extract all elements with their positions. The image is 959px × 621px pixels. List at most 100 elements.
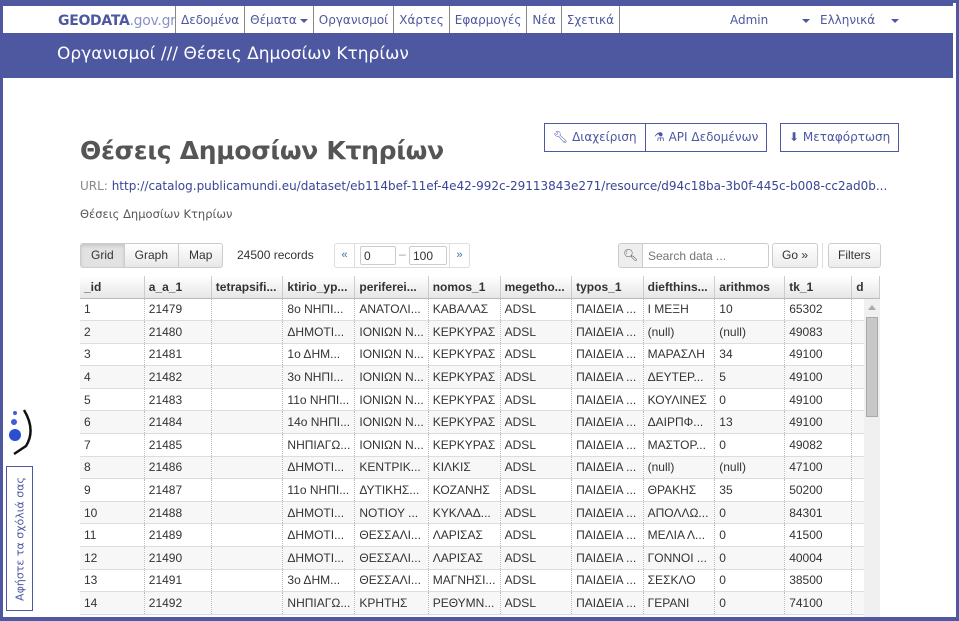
- search-input[interactable]: [643, 243, 769, 268]
- column-header[interactable]: megetho...: [500, 276, 573, 299]
- table-cell: 38500: [784, 569, 853, 593]
- scroll-up-arrow-icon[interactable]: [868, 305, 876, 310]
- table-row[interactable]: 10 21488 ΔΗΜΟΤΙ... ΝΟΤΙΟΥ ... ΚΥΚΛΑΔ... ADSL Π…: [80, 501, 880, 525]
- column-header[interactable]: tk_1: [784, 276, 853, 299]
- table-row[interactable]: 4 21482 3ο ΝΗΠΙ... ΙΟΝΙΩΝ Ν... ΚΕΡΚΥΡΑΣ ADSL Π…: [80, 365, 880, 389]
- nav-link-about[interactable]: Σχετικά: [560, 6, 621, 36]
- table-row[interactable]: 7 21485 ΝΗΠΙΑΓΩ... ΙΟΝΙΩΝ Ν... ΚΕΡΚΥΡΑΣ ADSL Π…: [80, 433, 880, 457]
- table-cell: [211, 410, 284, 435]
- breadcrumb-parent[interactable]: Οργανισμοί: [57, 44, 155, 64]
- table-cell: 3ο ΔΗΜ...: [282, 569, 356, 593]
- table-cell: ΠΑΙΔΕΙΑ ...: [571, 501, 644, 525]
- table-cell: ADSL: [500, 546, 573, 570]
- table-row[interactable]: 13 21491 3ο ΔΗΜ... ΘΕΣΣΑΛΙ... ΜΑΓΝΗΣΙ... ADSL…: [80, 569, 880, 593]
- pager-to-input[interactable]: [409, 246, 447, 265]
- user-menu[interactable]: Admin: [730, 6, 811, 36]
- table-row[interactable]: 8 21486 ΔΗΜΟΤΙ... ΚΕΝΤΡΙΚ... ΚΙΛΚΙΣ ADSL ΠΑΙΔΕ…: [80, 456, 880, 480]
- view-switcher: Grid Graph Map: [80, 243, 224, 268]
- breadcrumb-current[interactable]: Θέσεις Δημοσίων Κτηρίων: [183, 44, 408, 64]
- feedback-label: Αφήστε τα σχόλιά σας: [13, 476, 26, 601]
- table-cell: 21481: [144, 343, 212, 367]
- column-header[interactable]: _id: [80, 276, 145, 299]
- table-cell: [211, 388, 284, 412]
- column-header[interactable]: a_a_1: [144, 276, 212, 299]
- pager-dash: –: [399, 247, 406, 261]
- grid-vertical-scrollbar[interactable]: [864, 299, 880, 621]
- pager-from-input[interactable]: [360, 246, 396, 265]
- download-button[interactable]: ⬇ Μεταφόρτωση: [780, 123, 900, 152]
- scrollbar-thumb[interactable]: [866, 317, 878, 417]
- column-header[interactable]: diefthins...: [643, 276, 716, 299]
- column-header[interactable]: nomos_1: [428, 276, 501, 299]
- table-cell: [211, 343, 284, 367]
- table-row[interactable]: 3 21481 1ο ΔΗΜ... ΙΟΝΙΩΝ Ν... ΚΕΡΚΥΡΑΣ ADSL ΠΑ…: [80, 343, 880, 367]
- table-cell: ΜΑΣΤΟΡ...: [643, 433, 716, 457]
- view-graph-button[interactable]: Graph: [123, 243, 180, 268]
- pager-prev-button[interactable]: «: [335, 244, 355, 267]
- feedback-button[interactable]: Αφήστε τα σχόλιά σας: [6, 466, 33, 611]
- table-cell: 21490: [144, 546, 212, 570]
- table-cell: 14ο ΝΗΠΙ...: [282, 410, 356, 435]
- table-cell: [211, 569, 284, 593]
- table-cell: 0: [714, 523, 786, 548]
- view-grid-button[interactable]: Grid: [80, 243, 125, 268]
- table-cell: 21480: [144, 320, 212, 344]
- main-menu: Δεδομένα Θέματα Οργανισμοί Χάρτες Εφαρμο…: [175, 6, 621, 36]
- table-cell: ADSL: [500, 298, 573, 322]
- chevron-down-icon: [299, 18, 308, 23]
- table-row[interactable]: 12 21490 ΔΗΜΟΤΙ... ΘΕΣΣΑΛΙ... ΛΑΡΙΣΑΣ ADSL ΠΑΙ…: [80, 546, 880, 570]
- table-cell: 49083: [784, 320, 853, 344]
- table-cell: [211, 478, 284, 502]
- bottom-border: [0, 617, 959, 621]
- column-header[interactable]: tetrapsifi...: [211, 276, 284, 299]
- view-map-button[interactable]: Map: [178, 243, 224, 268]
- page-title: Θέσεις Δημοσίων Κτηρίων: [80, 136, 444, 165]
- nav-link-apps[interactable]: Εφαρμογές: [448, 6, 527, 36]
- data-api-button[interactable]: ⚗ API Δεδομένων: [645, 123, 768, 152]
- nav-link-news[interactable]: Νέα: [526, 6, 560, 36]
- language-menu[interactable]: Ελληνικά: [820, 6, 899, 36]
- site-logo[interactable]: GEODATA.gov.gr: [58, 13, 176, 29]
- table-cell: ADSL: [500, 433, 573, 457]
- pager-next-button[interactable]: »: [449, 244, 469, 267]
- download-label: Μεταφόρτωση: [802, 130, 891, 144]
- table-cell: ΔΗΜΟΤΙ...: [282, 456, 356, 480]
- table-row[interactable]: 14 21492 ΝΗΠΙΑΓΩ... ΚΡΗΤΗΣ ΡΕΘΥΜΝ... ADSL ΠΑΙΔ…: [80, 591, 880, 615]
- table-cell: ADSL: [500, 410, 573, 435]
- table-cell: 49100: [784, 365, 853, 389]
- table-row[interactable]: 6 21484 14ο ΝΗΠΙ... ΙΟΝΙΩΝ Ν... ΚΕΡΚΥΡΑΣ ADSL…: [80, 410, 880, 435]
- column-header[interactable]: ktirio_yp...: [282, 276, 356, 299]
- go-button[interactable]: Go »: [772, 243, 819, 268]
- breadcrumb-banner: Οργανισμοί /// Θέσεις Δημοσίων Κτηρίων: [3, 33, 953, 78]
- table-row[interactable]: 1 21479 8ο ΝΗΠΙ... ΑΝΑΤΟΛΙ... ΚΑΒΑΛΑΣ ADSL ΠΑΙ…: [80, 298, 880, 322]
- table-cell: 47100: [784, 456, 853, 480]
- table-cell: 1: [80, 298, 145, 322]
- table-row[interactable]: 5 21483 11ο ΝΗΠΙ... ΙΟΝΙΩΝ Ν... ΚΕΡΚΥΡΑΣ ADSL…: [80, 388, 880, 412]
- table-cell: ΝΟΤΙΟΥ ...: [354, 501, 429, 525]
- table-cell: ΘΕΣΣΑΛΙ...: [354, 523, 429, 548]
- table-cell: ΠΑΙΔΕΙΑ ...: [571, 523, 644, 548]
- nav-link-data[interactable]: Δεδομένα: [175, 6, 244, 36]
- column-header[interactable]: typos_1: [571, 276, 644, 299]
- nav-link-topics[interactable]: Θέματα: [244, 6, 313, 36]
- url-link[interactable]: http://catalog.publicamundi.eu/dataset/e…: [112, 179, 888, 193]
- table-cell: 21486: [144, 456, 212, 480]
- nav-link-maps[interactable]: Χάρτες: [393, 6, 449, 36]
- table-row[interactable]: 9 21487 11ο ΝΗΠΙ... ΔΥΤΙΚΗΣ... ΚΟΖΑΝΗΣ ADSL ΠΑ…: [80, 478, 880, 502]
- column-header[interactable]: d: [851, 276, 880, 299]
- table-row[interactable]: 2 21480 ΔΗΜΟΤΙ... ΙΟΝΙΩΝ Ν... ΚΕΡΚΥΡΑΣ ADSL ΠΑ…: [80, 320, 880, 344]
- table-cell: ΙΟΝΙΩΝ Ν...: [354, 343, 429, 367]
- table-cell: 65302: [784, 298, 853, 322]
- table-cell: [211, 591, 284, 615]
- nav-link-organizations[interactable]: Οργανισμοί: [312, 6, 393, 36]
- data-api-label: API Δεδομένων: [668, 130, 759, 144]
- manage-button[interactable]: 🔧︎ Διαχείριση: [544, 123, 646, 152]
- table-cell: 7: [80, 433, 145, 457]
- table-cell: ΙΟΝΙΩΝ Ν...: [354, 410, 429, 435]
- table-row[interactable]: 11 21489 ΔΗΜΟΤΙ... ΘΕΣΣΑΛΙ... ΛΑΡΙΣΑΣ ADSL ΠΑΙ…: [80, 523, 880, 548]
- chevron-down-icon: [890, 18, 899, 23]
- column-header[interactable]: periferei...: [354, 276, 429, 299]
- table-cell: 5: [714, 365, 786, 389]
- column-header[interactable]: arithmos: [714, 276, 786, 299]
- filters-button[interactable]: Filters: [828, 243, 881, 268]
